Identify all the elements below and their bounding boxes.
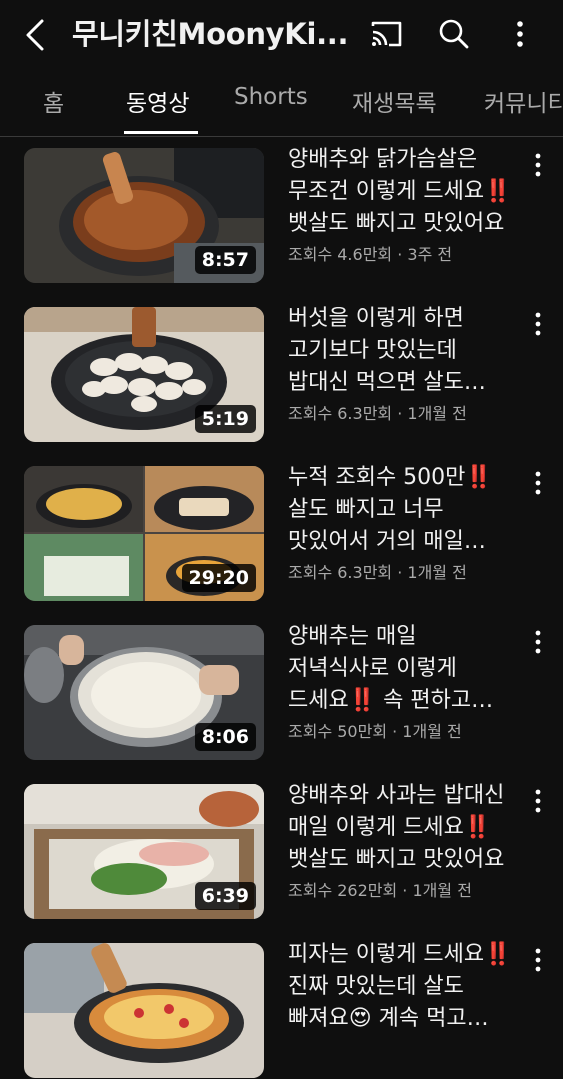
video-duration: 29:20 xyxy=(181,564,256,592)
video-thumbnail[interactable]: 5:19 xyxy=(24,307,264,442)
video-meta: 조회수 50만회 · 1개월 전 xyxy=(288,722,462,741)
more-vert-icon[interactable] xyxy=(528,788,548,814)
top-app-bar: 무니키친MoonyKi... xyxy=(0,0,563,70)
video-duration: 6:39 xyxy=(194,882,256,910)
video-title[interactable]: 피자는 이렇게 드세요‼️ 진짜 맛있는데 살도 빠져요😍 계속 먹고 싶어요 xyxy=(288,939,524,1035)
video-title[interactable]: 양배추와 사과는 밥대신 매일 이렇게 드세요‼️ 뱃살도 빠지고 맛있어요 xyxy=(288,780,524,876)
video-item[interactable]: 8:57 양배추와 닭가슴살은 무조건 이렇게 드세요‼️ 뱃살도 빠지고 맛있… xyxy=(0,147,563,284)
more-vert-icon[interactable] xyxy=(528,629,548,655)
video-thumbnail[interactable]: 8:57 xyxy=(24,148,264,283)
video-duration: 5:19 xyxy=(194,405,256,433)
tab-shorts[interactable]: Shorts xyxy=(234,84,308,110)
video-thumbnail[interactable]: 29:20 xyxy=(24,466,264,601)
video-thumbnail[interactable]: 6:39 xyxy=(24,784,264,919)
back-icon[interactable] xyxy=(20,15,54,55)
video-thumbnail[interactable]: 8:06 xyxy=(24,625,264,760)
video-meta: 조회수 6.3만회 · 1개월 전 xyxy=(288,563,467,582)
video-item[interactable]: 피자는 이렇게 드세요‼️ 진짜 맛있는데 살도 빠져요😍 계속 먹고 싶어요 xyxy=(0,942,563,1079)
more-vert-icon[interactable] xyxy=(528,947,548,973)
more-vert-icon[interactable] xyxy=(528,470,548,496)
video-duration: 8:06 xyxy=(194,723,256,751)
channel-title: 무니키친MoonyKi... xyxy=(72,17,349,51)
video-meta: 조회수 4.6만회 · 3주 전 xyxy=(288,245,453,264)
tab-community[interactable]: 커뮤니티 xyxy=(484,84,563,118)
video-duration: 8:57 xyxy=(194,246,256,274)
video-thumbnail[interactable] xyxy=(24,943,264,1078)
video-meta: 조회수 262만회 · 1개월 전 xyxy=(288,881,472,900)
video-title[interactable]: 양배추와 닭가슴살은 무조건 이렇게 드세요‼️ 뱃살도 빠지고 맛있어요 xyxy=(288,144,524,240)
video-title[interactable]: 양배추는 매일 저녁식사로 이렇게 드세요‼️ 속 편하고 맛있어요 xyxy=(288,621,524,717)
active-tab-indicator xyxy=(124,131,198,134)
video-item[interactable]: 8:06 양배추는 매일 저녁식사로 이렇게 드세요‼️ 속 편하고 맛있어요 … xyxy=(0,624,563,761)
video-title[interactable]: 누적 조회수 500만‼️ 살도 빠지고 너무 맛있어서 거의 매일 먹어요 xyxy=(288,462,524,558)
video-title[interactable]: 버섯을 이렇게 하면 고기보다 맛있는데 밥대신 먹으면 살도 안쪄요 xyxy=(288,303,524,399)
more-vert-icon[interactable] xyxy=(528,152,548,178)
tab-playlists[interactable]: 재생목록 xyxy=(352,84,437,118)
search-icon[interactable] xyxy=(436,16,472,52)
more-vert-icon[interactable] xyxy=(502,16,538,52)
channel-tabs: 홈 동영상 Shorts 재생목록 커뮤니티 xyxy=(0,70,563,137)
video-item[interactable]: 29:20 누적 조회수 500만‼️ 살도 빠지고 너무 맛있어서 거의 매일… xyxy=(0,465,563,602)
tab-videos[interactable]: 동영상 xyxy=(126,84,189,118)
video-item[interactable]: 6:39 양배추와 사과는 밥대신 매일 이렇게 드세요‼️ 뱃살도 빠지고 맛… xyxy=(0,783,563,920)
video-meta: 조회수 6.3만회 · 1개월 전 xyxy=(288,404,467,423)
cast-icon[interactable] xyxy=(369,16,405,52)
more-vert-icon[interactable] xyxy=(528,311,548,337)
video-item[interactable]: 5:19 버섯을 이렇게 하면 고기보다 맛있는데 밥대신 먹으면 살도 안쪄요… xyxy=(0,306,563,443)
tab-home[interactable]: 홈 xyxy=(43,84,64,118)
